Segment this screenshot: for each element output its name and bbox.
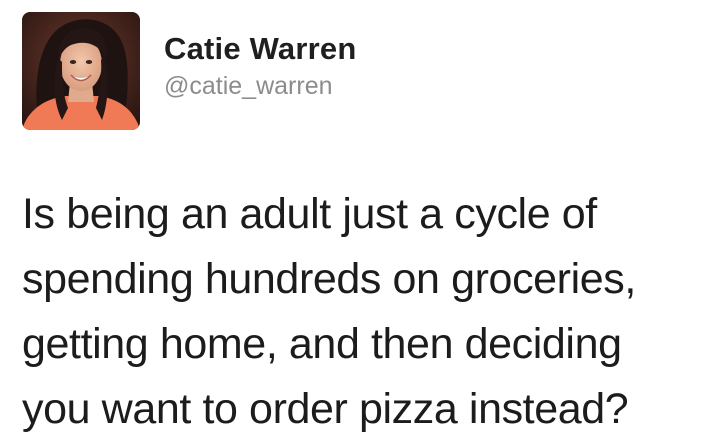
avatar[interactable] xyxy=(22,12,140,130)
author-info: Catie Warren @catie_warren xyxy=(164,30,356,101)
tweet-text: Is being an adult just a cycle of spendi… xyxy=(22,182,722,442)
tweet-text-line: spending hundreds on groceries, xyxy=(22,255,636,303)
avatar-photo xyxy=(22,12,140,130)
author-display-name[interactable]: Catie Warren xyxy=(164,30,356,68)
tweet-text-line: you want to order pizza instead? xyxy=(22,385,629,433)
tweet-text-line: getting home, and then deciding xyxy=(22,320,622,368)
tweet-card: Catie Warren @catie_warren Is being an a… xyxy=(0,0,728,444)
author-handle[interactable]: @catie_warren xyxy=(164,71,356,101)
tweet-header: Catie Warren @catie_warren xyxy=(22,12,356,130)
tweet-text-line: Is being an adult just a cycle of xyxy=(22,190,597,238)
